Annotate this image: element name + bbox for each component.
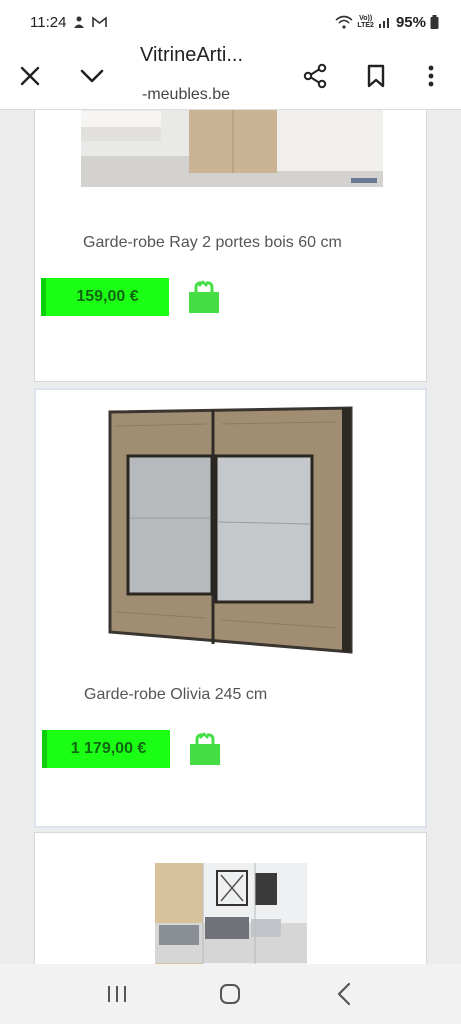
more-options-button[interactable] (411, 56, 451, 96)
custom-tab-toolbar: VitrineArti... -meubles.be (0, 44, 461, 110)
status-time: 11:24 (30, 13, 67, 31)
back-button[interactable] (324, 974, 364, 1014)
shopping-bag-icon[interactable] (187, 280, 221, 314)
recent-apps-icon (107, 986, 126, 1002)
price-tag: 1 179,00 € (42, 730, 170, 768)
close-icon (20, 66, 40, 86)
product-name[interactable]: Garde-robe Olivia 245 cm (84, 686, 267, 704)
status-bar: 11:24 Vo)) LTE2 95% (0, 0, 461, 44)
share-button[interactable] (295, 56, 335, 96)
gmail-icon (92, 16, 108, 27)
shopping-bag-icon[interactable] (188, 732, 222, 766)
product-image[interactable] (81, 110, 383, 187)
system-nav-bar (0, 964, 461, 1024)
product-name[interactable]: Garde-robe Ray 2 portes bois 60 cm (83, 234, 342, 252)
status-right: Vo)) LTE2 95% (335, 14, 439, 31)
recent-apps-button[interactable] (97, 974, 137, 1014)
product-card[interactable]: Garde-robe Olivia 245 cm 1 179,00 € (34, 388, 427, 828)
network-type: Vo)) LTE2 (357, 15, 374, 29)
page-url: -meubles.be (142, 86, 231, 103)
page-title: VitrineArti... (140, 44, 243, 66)
bookmark-button[interactable] (356, 56, 396, 96)
share-icon (303, 63, 327, 89)
page-content: Garde-robe Ray 2 portes bois 60 cm 159,0… (0, 110, 461, 964)
minimize-button[interactable] (72, 56, 112, 96)
chevron-down-icon (80, 69, 104, 83)
product-card[interactable] (34, 832, 427, 964)
home-button[interactable] (210, 974, 250, 1014)
status-left: 11:24 (30, 13, 108, 31)
notification-icon (74, 16, 85, 28)
signal-icon (378, 18, 389, 28)
wifi-icon (335, 15, 353, 29)
home-icon (220, 984, 241, 1004)
product-image[interactable] (155, 863, 307, 964)
product-image[interactable] (106, 406, 356, 656)
close-button[interactable] (10, 56, 50, 96)
back-icon (338, 982, 351, 1006)
bookmark-icon (367, 64, 385, 88)
more-vert-icon (428, 65, 434, 87)
product-card[interactable]: Garde-robe Ray 2 portes bois 60 cm 159,0… (34, 110, 427, 382)
battery-level: 95% (395, 13, 426, 31)
battery-icon (430, 15, 439, 29)
price-tag: 159,00 € (41, 278, 169, 316)
